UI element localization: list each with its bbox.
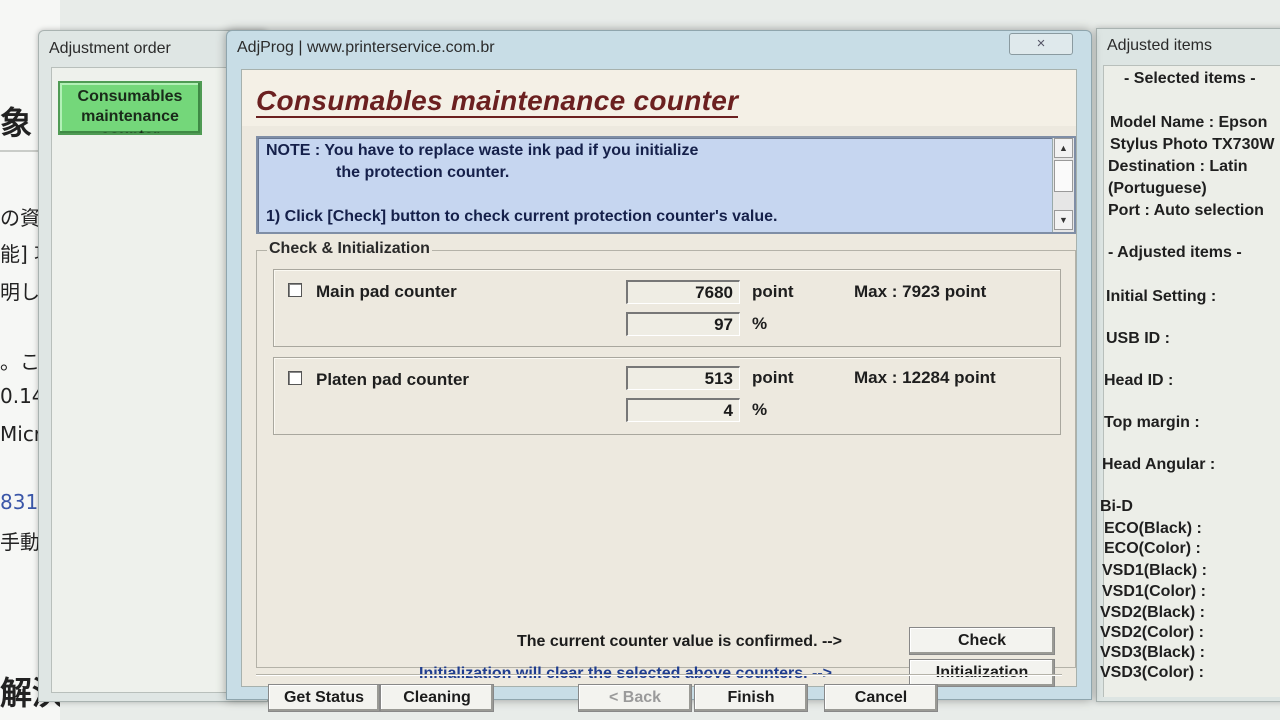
- note-line-1: NOTE : You have to replace waste ink pad…: [266, 142, 699, 159]
- main-pad-percent-unit: %: [752, 314, 768, 333]
- model-name: Model Name : Epson: [1110, 114, 1268, 131]
- bg-text-8: 手動: [0, 530, 40, 554]
- scroll-down-icon[interactable]: ▼: [1054, 210, 1073, 230]
- bid-header: Bi-D: [1100, 498, 1133, 515]
- adjustment-order-list: Consumables maintenance counter: [51, 67, 247, 693]
- check-button[interactable]: Check: [909, 627, 1055, 655]
- page-title: Consumables maintenance counter: [256, 85, 739, 118]
- platen-pad-percent-unit: %: [752, 400, 768, 419]
- adjprog-main-window: AdjProg | www.printerservice.com.br × Co…: [226, 30, 1092, 712]
- close-icon: ×: [1036, 35, 1046, 52]
- bid-item: VSD2(Black) :: [1100, 604, 1205, 621]
- adjusted-item: Top margin :: [1104, 414, 1200, 431]
- platen-pad-checkbox[interactable]: [288, 371, 302, 385]
- bid-item: VSD2(Color) :: [1100, 624, 1204, 641]
- note-scrollbar[interactable]: ▲ ▼: [1052, 138, 1074, 232]
- platen-pad-value-field: 513: [626, 366, 740, 390]
- bottom-divider: [256, 674, 1062, 676]
- note-line-2: the protection counter.: [336, 164, 510, 181]
- adjustment-order-title: Adjustment order: [49, 40, 171, 57]
- finish-button[interactable]: Finish: [694, 684, 808, 712]
- check-initialization-group: Check & Initialization Main pad counter …: [256, 240, 1076, 687]
- bid-item: VSD3(Black) :: [1100, 644, 1205, 661]
- scroll-up-icon[interactable]: ▲: [1054, 138, 1073, 158]
- adjusted-item: Initial Setting :: [1106, 288, 1217, 305]
- bid-item: ECO(Color) :: [1104, 540, 1201, 557]
- cleaning-button[interactable]: Cleaning: [380, 684, 494, 712]
- bid-item: VSD1(Color) :: [1102, 583, 1206, 600]
- main-client-area: Consumables maintenance counter NOTE : Y…: [241, 69, 1077, 712]
- get-status-button[interactable]: Get Status: [268, 684, 380, 712]
- adjusted-items-title: Adjusted items: [1107, 37, 1212, 54]
- status-confirmed-text: The current counter value is confirmed. …: [517, 633, 842, 650]
- close-button[interactable]: ×: [1009, 33, 1073, 55]
- main-pad-unit: point: [752, 282, 794, 301]
- port: Port : Auto selection: [1108, 202, 1264, 219]
- bid-item: VSD3(Color) :: [1100, 664, 1204, 681]
- scroll-thumb[interactable]: [1054, 160, 1073, 192]
- platen-pad-unit: point: [752, 368, 794, 387]
- main-pad-percent-field: 97: [626, 312, 740, 336]
- order-step-consumables[interactable]: Consumables maintenance counter: [58, 81, 202, 135]
- back-button[interactable]: < Back: [578, 684, 692, 712]
- adjusted-items-panel: - Selected items - Model Name : Epson St…: [1100, 65, 1280, 697]
- main-pad-counter-box: Main pad counter 7680 point Max : 7923 p…: [273, 269, 1061, 347]
- destination-cont: (Portuguese): [1108, 180, 1207, 197]
- initialization-button[interactable]: Initialization: [909, 659, 1055, 687]
- adjusted-items-window: Adjusted items - Selected items - Model …: [1096, 28, 1280, 702]
- main-pad-value-field: 7680: [626, 280, 740, 304]
- adjusted-item: USB ID :: [1106, 330, 1170, 347]
- destination: Destination : Latin: [1108, 158, 1248, 175]
- bg-text-7: Micr: [0, 422, 43, 446]
- selected-items-header: - Selected items -: [1124, 70, 1256, 87]
- model-name-cont: Stylus Photo TX730W: [1110, 136, 1275, 153]
- window-title: AdjProg | www.printerservice.com.br: [237, 39, 495, 56]
- bid-item: VSD1(Black) :: [1102, 562, 1207, 579]
- main-pad-label: Main pad counter: [316, 282, 457, 301]
- bg-text-1: 象: [0, 104, 33, 142]
- bg-text-4: 明し: [0, 280, 40, 304]
- cancel-button[interactable]: Cancel: [824, 684, 938, 712]
- adjusted-item: Head ID :: [1104, 372, 1174, 389]
- bg-text-2: の資: [0, 206, 40, 230]
- note-textbox[interactable]: NOTE : You have to replace waste ink pad…: [256, 136, 1076, 234]
- main-pad-max: Max : 7923 point: [854, 282, 987, 301]
- platen-pad-percent-field: 4: [626, 398, 740, 422]
- main-pad-checkbox[interactable]: [288, 283, 302, 297]
- header-band: Consumables maintenance counter: [242, 70, 1076, 126]
- platen-pad-label: Platen pad counter: [316, 370, 470, 389]
- bid-item: ECO(Black) :: [1104, 520, 1202, 537]
- adjusted-item: Head Angular :: [1102, 456, 1216, 473]
- group-label: Check & Initialization: [267, 240, 432, 258]
- platen-pad-counter-box: Platen pad counter 513 point Max : 12284…: [273, 357, 1061, 435]
- note-line-3: 1) Click [Check] button to check current…: [266, 208, 778, 225]
- adjusted-items-header: - Adjusted items -: [1108, 244, 1242, 261]
- platen-pad-max: Max : 12284 point: [854, 368, 996, 387]
